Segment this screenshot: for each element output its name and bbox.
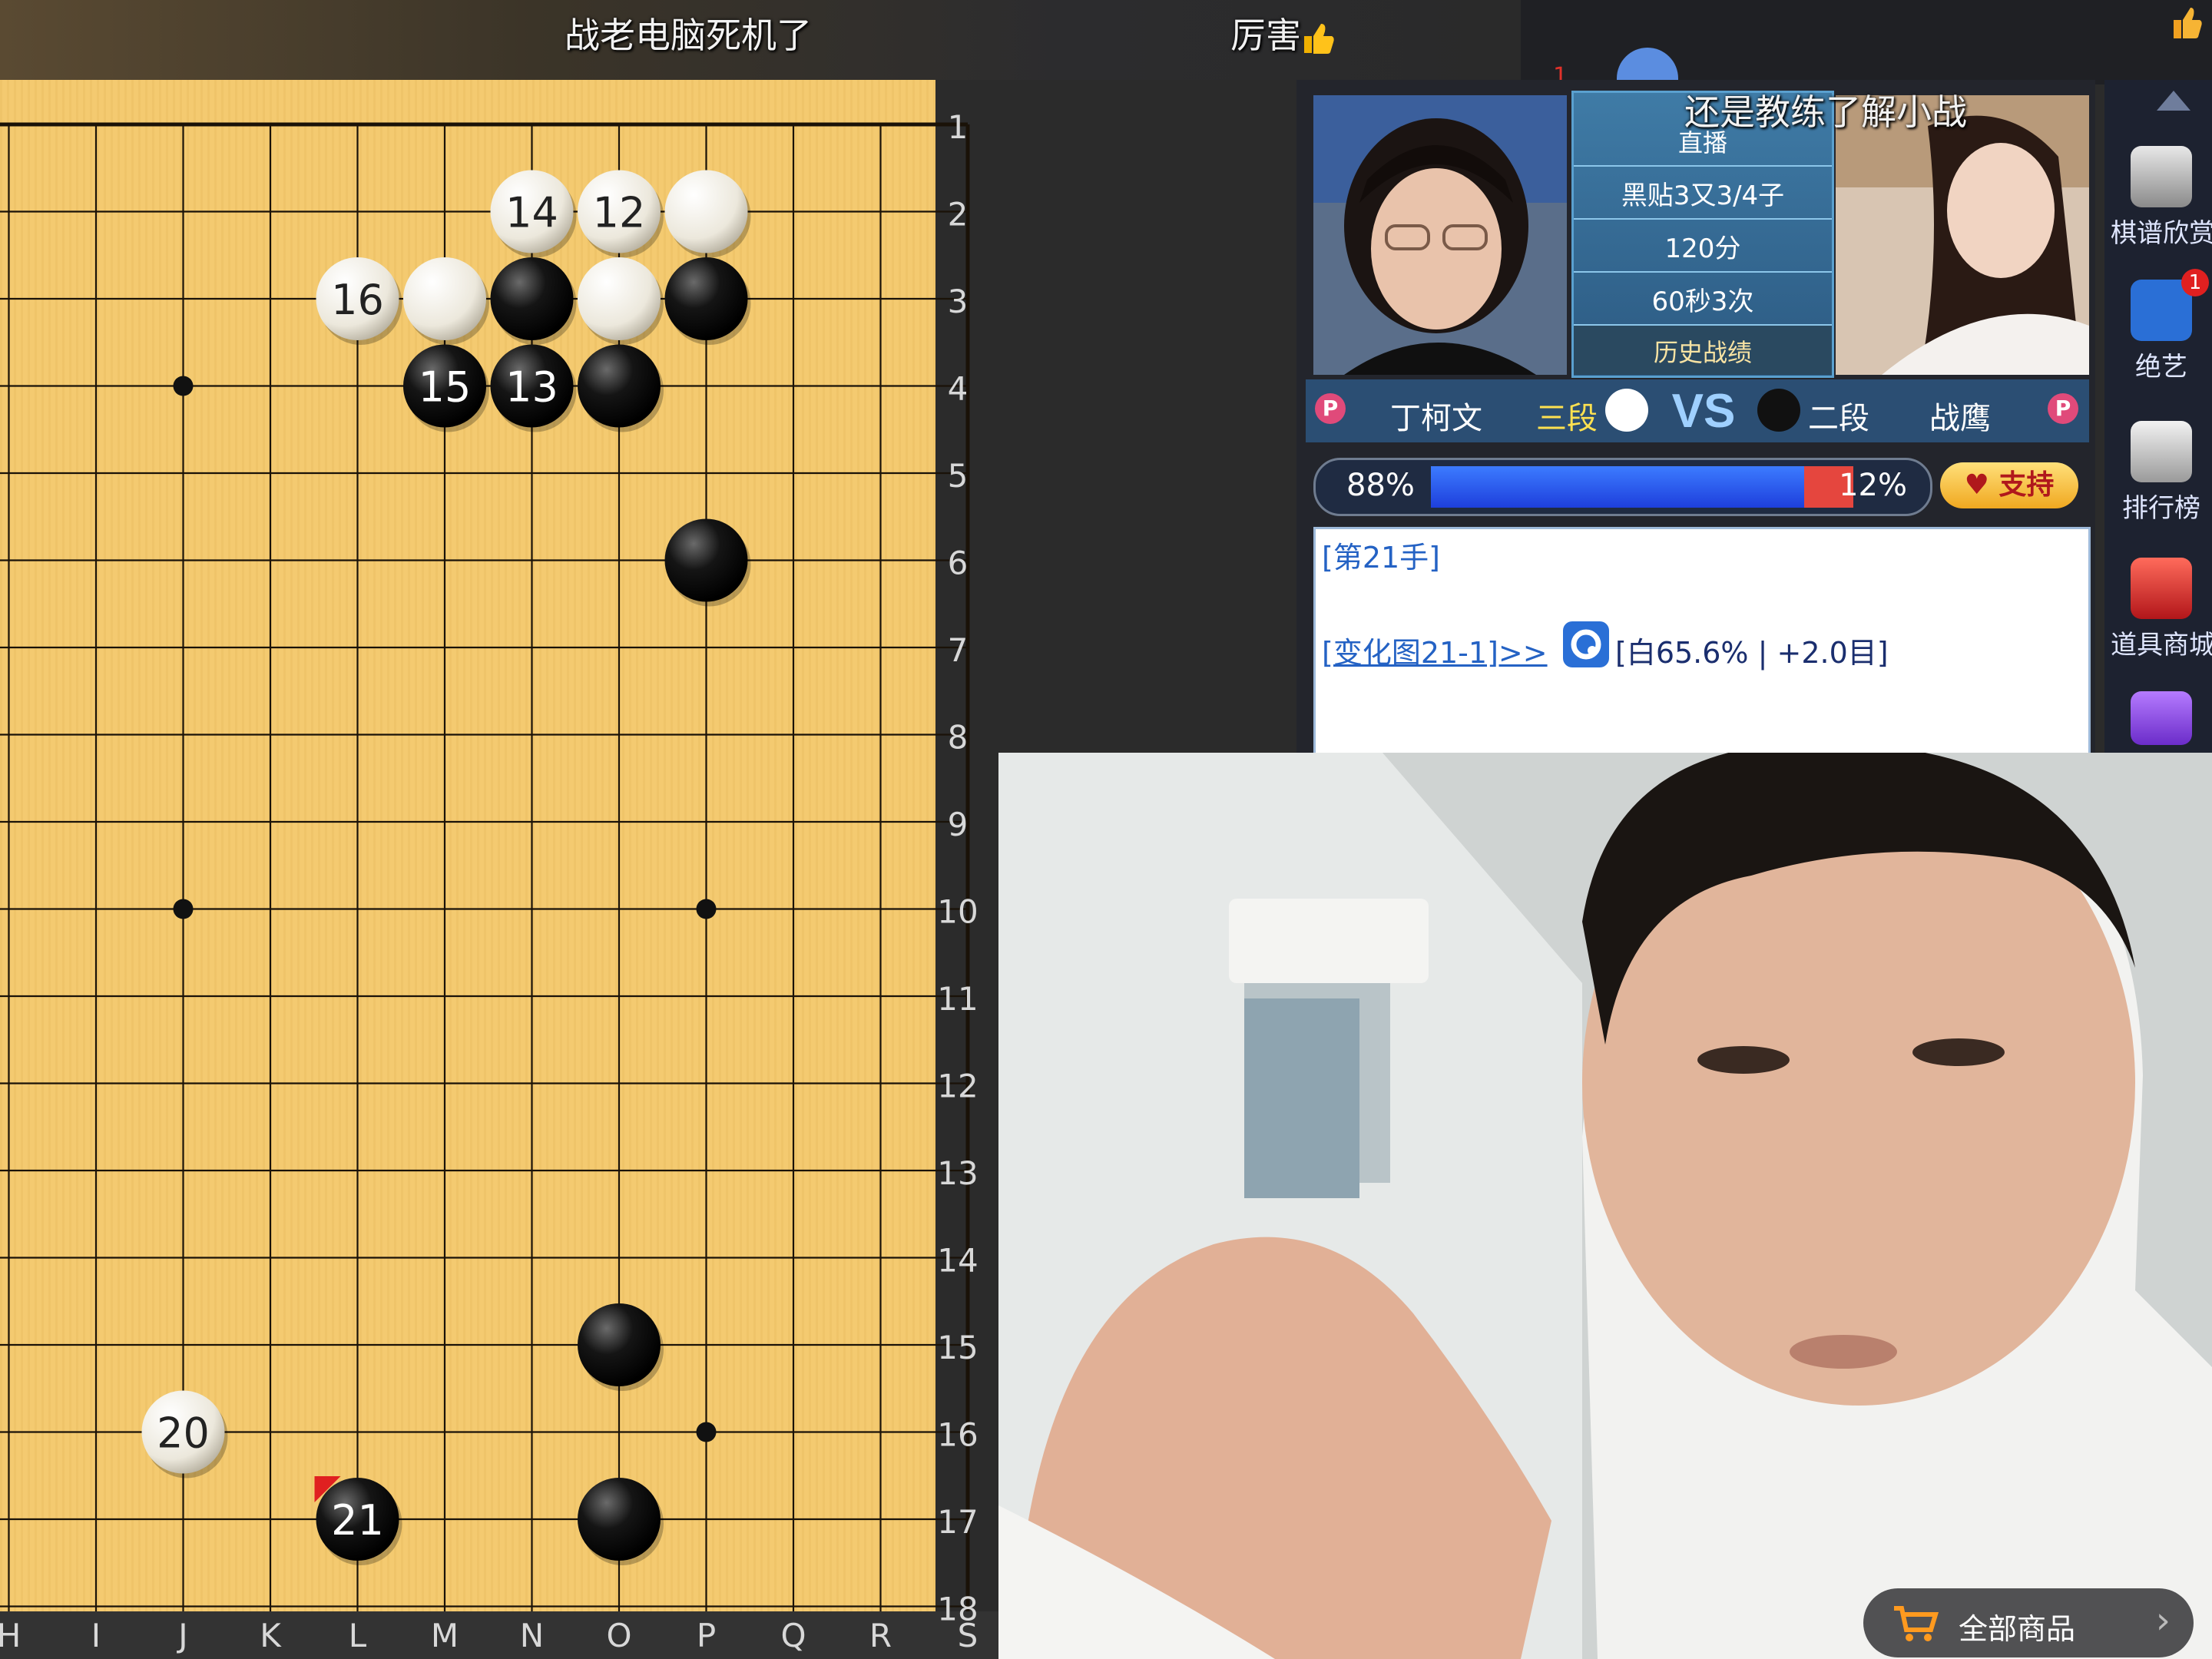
column-label: H bbox=[0, 1617, 21, 1654]
chevron-right-icon: › bbox=[2155, 1599, 2171, 1642]
danmaku-comment: 还是教练了解小战 bbox=[1684, 91, 1967, 133]
sidebar-item-label: 绝艺 bbox=[2135, 352, 2187, 382]
column-label: K bbox=[260, 1617, 282, 1654]
win-rate-estimate: [白65.6% | +2.0目] bbox=[1615, 636, 1889, 670]
support-button[interactable]: ♥ 支持 bbox=[1940, 462, 2078, 508]
column-label: I bbox=[91, 1617, 101, 1654]
move-number: [第21手] bbox=[1322, 541, 1441, 575]
support-right-percent: 12% bbox=[1839, 468, 1907, 503]
player-white-rank: 三段 bbox=[1536, 401, 1598, 436]
cart-icon bbox=[1894, 1606, 1939, 1641]
column-label: R bbox=[869, 1617, 892, 1654]
ai-engine-icon[interactable] bbox=[1563, 621, 1609, 667]
rule-komi: 黑贴3又3/4子 bbox=[1574, 167, 1832, 220]
all-products-button[interactable]: 全部商品 › bbox=[1863, 1588, 2194, 1657]
row-label: 1 bbox=[948, 108, 969, 146]
player-white-name[interactable]: 丁柯文 bbox=[1390, 393, 1482, 438]
row-label: 16 bbox=[937, 1416, 978, 1454]
rule-byoyomi: 60秒3次 bbox=[1574, 273, 1832, 326]
row-label: 8 bbox=[948, 719, 969, 757]
sidebar-item-leaderboard[interactable]: 排行榜 bbox=[2111, 421, 2212, 525]
notification-badge: 1 bbox=[2181, 269, 2209, 296]
column-label: Q bbox=[780, 1617, 806, 1654]
versus-row: P 丁柯文 三段 VS 二段 战鹰 P bbox=[1306, 379, 2089, 442]
player-black-rank: 二段 bbox=[1808, 401, 1869, 436]
heart-icon: ♥ bbox=[1964, 469, 1989, 501]
column-label: P bbox=[697, 1617, 716, 1654]
row-label: 15 bbox=[937, 1329, 978, 1366]
support-fill-white bbox=[1431, 466, 1804, 508]
row-label: 3 bbox=[948, 283, 969, 320]
row-label: 9 bbox=[948, 806, 969, 843]
book-icon bbox=[2131, 146, 2192, 207]
player-white-photo bbox=[1313, 95, 1567, 375]
list-icon bbox=[2131, 421, 2192, 482]
row-label: 6 bbox=[948, 545, 969, 582]
column-label: J bbox=[176, 1617, 187, 1654]
thumbs-up-icon[interactable] bbox=[2172, 6, 2203, 40]
player-black-photo bbox=[1836, 95, 2089, 375]
danmaku-comment: 厉害 bbox=[1230, 8, 1336, 58]
danmaku-text: 厉害 bbox=[1230, 15, 1301, 56]
thumbs-up-icon bbox=[1304, 23, 1334, 54]
webcam-video bbox=[998, 753, 2212, 1659]
column-label: L bbox=[349, 1617, 367, 1654]
sidebar-item-item-shop[interactable]: 道具商城 bbox=[2111, 558, 2212, 661]
player-black-name[interactable]: 战鹰 bbox=[1929, 393, 1991, 438]
row-label: 7 bbox=[948, 631, 969, 669]
pro-badge-icon: P bbox=[1315, 393, 1346, 424]
row-label: 11 bbox=[937, 980, 978, 1018]
pro-badge-icon: P bbox=[2048, 393, 2078, 424]
row-label: 14 bbox=[937, 1242, 978, 1280]
row-label: 10 bbox=[937, 893, 978, 931]
support-left-percent: 88% bbox=[1346, 468, 1415, 503]
row-label: 4 bbox=[948, 370, 969, 408]
sidebar-item-game-records[interactable]: 棋谱欣赏 bbox=[2111, 146, 2212, 250]
support-bar: 88% 12% bbox=[1313, 458, 1932, 516]
sidebar-item-label: 排行榜 bbox=[2122, 493, 2200, 524]
scroll-up-icon[interactable] bbox=[2157, 91, 2190, 111]
diamond-icon bbox=[2131, 558, 2192, 619]
versus-icon: VS bbox=[1605, 386, 1800, 438]
column-label: O bbox=[606, 1617, 631, 1654]
coordinate-labels: 12345678910111213141516171819HIJKLMNOPQR… bbox=[0, 108, 979, 1654]
sidebar-item-edit[interactable] bbox=[2111, 691, 2212, 750]
pencil-icon bbox=[2131, 691, 2192, 745]
vs-label: VS bbox=[1672, 386, 1736, 438]
rule-time: 120分 bbox=[1574, 220, 1832, 273]
history-record-button[interactable]: 历史战绩 bbox=[1574, 326, 1832, 375]
column-label: S bbox=[958, 1617, 979, 1654]
sidebar-item-label: 棋谱欣赏 bbox=[2111, 218, 2212, 249]
row-label: 13 bbox=[937, 1154, 978, 1192]
all-products-label: 全部商品 bbox=[1959, 1612, 2076, 1646]
variation-link[interactable]: [变化图21-1]>> bbox=[1322, 629, 1548, 671]
row-label: 2 bbox=[948, 196, 969, 233]
column-label: M bbox=[431, 1617, 459, 1654]
row-label: 12 bbox=[937, 1068, 978, 1105]
commentary-box: [第21手] [变化图21-1]>> [白65.6% | +2.0目] bbox=[1313, 527, 2091, 762]
sidebar-item-label: 道具商城 bbox=[2111, 630, 2212, 661]
row-label: 5 bbox=[948, 457, 969, 495]
column-label: N bbox=[520, 1617, 544, 1654]
row-label: 17 bbox=[937, 1503, 978, 1541]
support-button-label: 支持 bbox=[1998, 469, 2055, 501]
